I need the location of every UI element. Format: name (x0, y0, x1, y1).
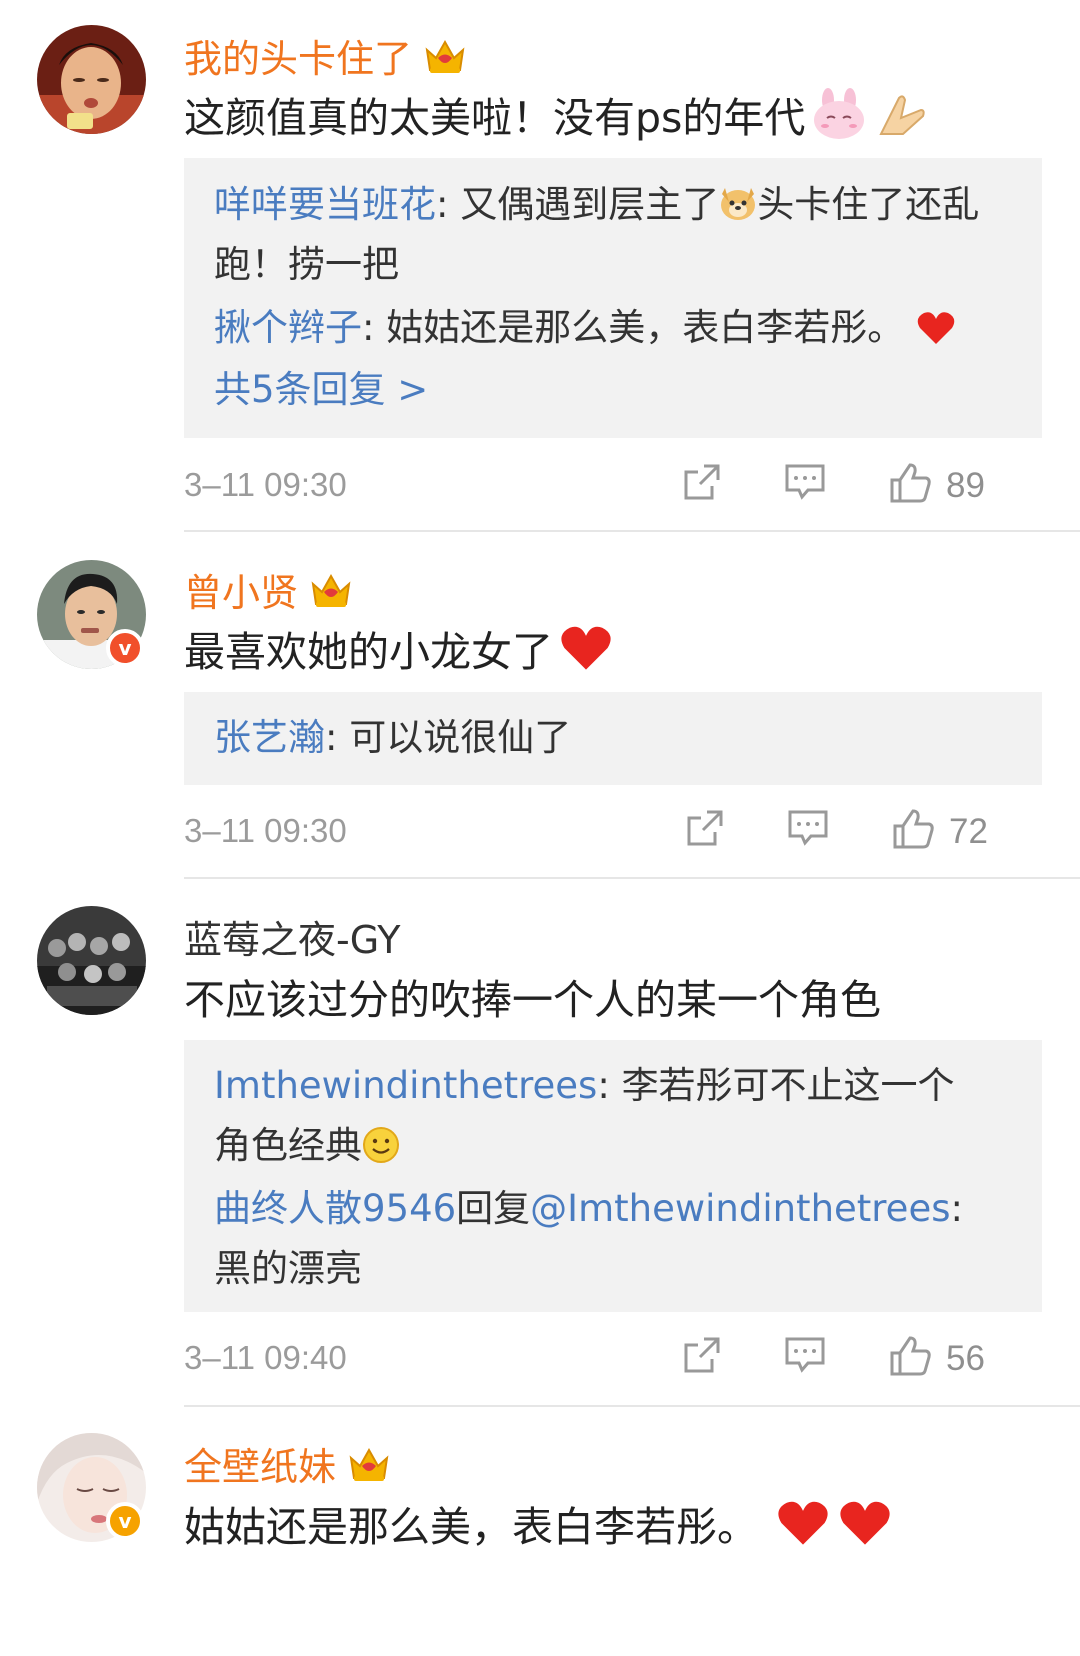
bunny-emoji-icon (814, 88, 865, 139)
comment-content: 不应该过分的吹捧一个人的某一个角色 (184, 966, 881, 1026)
username[interactable]: 我的头卡住了 (184, 28, 468, 83)
reply-item[interactable]: 曲终人散9546回复@Imthewindinthetrees: 黑的漂亮 (214, 1179, 1012, 1299)
pray-emoji-icon (879, 95, 926, 135)
like-count: 72 (949, 812, 988, 851)
reply-mention[interactable]: @Imthewindinthetrees (530, 1187, 950, 1230)
comment-meta: 3–11 09:30 89 (184, 462, 1042, 512)
reply-box[interactable]: 张艺瀚: 可以说很仙了 (184, 692, 1042, 785)
thumbs-up-icon[interactable] (888, 1335, 932, 1377)
share-icon[interactable] (682, 1335, 722, 1375)
username-text[interactable]: 蓝莓之夜-GY (184, 909, 400, 964)
username-text[interactable]: 全壁纸妹 (184, 1436, 336, 1491)
verified-badge: v (106, 629, 144, 667)
comment-text: 姑姑还是那么美，表白李若彤。 (184, 1503, 758, 1551)
avatar[interactable] (37, 25, 146, 134)
reply-text: 黑的漂亮 (214, 1247, 362, 1290)
comment-meta: 3–11 09:30 72 (184, 808, 1042, 858)
doge-emoji-icon (721, 188, 756, 220)
reply-box[interactable]: 咩咩要当班花: 又偶遇到层主了 头卡住了还乱跑！捞一把 揪个辫子: 姑姑还是那么美… (184, 158, 1042, 438)
like-count: 89 (946, 466, 985, 505)
comment-icon[interactable] (784, 462, 826, 502)
comment-icon[interactable] (787, 808, 829, 848)
thumbs-up-icon[interactable] (888, 462, 932, 504)
thumbs-up-icon[interactable] (891, 808, 935, 850)
username[interactable]: 蓝莓之夜-GY (184, 909, 400, 964)
heart-emoji-icon (917, 312, 955, 344)
verified-badge: v (106, 1502, 144, 1540)
comment-icon[interactable] (784, 1335, 826, 1375)
comment-content: 这颜值真的太美啦！没有ps的年代 (184, 84, 929, 144)
timestamp: 3–11 09:30 (184, 812, 347, 849)
reply-text: 可以说很仙了 (349, 716, 572, 759)
crown-icon (311, 573, 351, 607)
comment-text: 这颜值真的太美啦！没有ps的年代 (184, 94, 806, 142)
more-replies-link[interactable]: 共5条回复 > (214, 360, 1012, 420)
divider (184, 530, 1080, 532)
reply-author[interactable]: 张艺瀚 (214, 716, 325, 759)
reply-separator: : (325, 716, 350, 759)
reply-text: 姑姑还是那么美，表白李若彤。 (386, 306, 905, 349)
share-icon[interactable] (685, 808, 725, 848)
reply-author[interactable]: Imthewindinthetrees (214, 1064, 597, 1107)
username[interactable]: 曾小贤 (184, 562, 354, 617)
avatar[interactable] (37, 906, 146, 1015)
username-text[interactable]: 曾小贤 (184, 562, 298, 617)
heart-emoji-icon (840, 1501, 890, 1545)
reply-author[interactable]: 曲终人散9546 (214, 1187, 456, 1230)
timestamp: 3–11 09:40 (184, 1339, 347, 1376)
share-icon[interactable] (682, 462, 722, 502)
reply-separator: : (950, 1187, 963, 1230)
reply-box[interactable]: Imthewindinthetrees: 李若彤可不止这一个角色经典 曲终人散9… (184, 1040, 1042, 1312)
timestamp: 3–11 09:30 (184, 466, 347, 503)
heart-emoji-icon (561, 626, 611, 670)
like-count: 56 (946, 1339, 985, 1378)
reply-author[interactable]: 揪个辫子 (214, 306, 362, 349)
reply-item[interactable]: Imthewindinthetrees: 李若彤可不止这一个角色经典 (214, 1056, 974, 1176)
reply-to-label: 回复 (456, 1187, 531, 1230)
reply-item[interactable]: 揪个辫子: 姑姑还是那么美，表白李若彤。 (214, 298, 1012, 358)
comment-content: 姑姑还是那么美，表白李若彤。 (184, 1493, 892, 1553)
comment-text: 最喜欢她的小龙女了 (184, 628, 553, 676)
divider (184, 877, 1080, 879)
reply-text: 又偶遇到层主了 (460, 183, 720, 226)
reply-item[interactable]: 咩咩要当班花: 又偶遇到层主了 头卡住了还乱跑！捞一把 (214, 175, 1012, 295)
crown-icon (349, 1447, 389, 1481)
crown-icon (425, 39, 465, 73)
comment-meta: 3–11 09:40 56 (184, 1335, 1042, 1385)
heart-emoji-icon (778, 1501, 828, 1545)
smile-emoji-icon (363, 1127, 399, 1163)
divider (184, 1405, 1080, 1407)
comment-content: 最喜欢她的小龙女了 (184, 618, 613, 678)
reply-separator: : (436, 183, 461, 226)
username[interactable]: 全壁纸妹 (184, 1436, 392, 1491)
comment-text: 不应该过分的吹捧一个人的某一个角色 (184, 976, 881, 1024)
reply-author[interactable]: 咩咩要当班花 (214, 183, 436, 226)
reply-item[interactable]: 张艺瀚: 可以说很仙了 (214, 708, 1012, 768)
username-text[interactable]: 我的头卡住了 (184, 28, 412, 83)
reply-separator: : (597, 1064, 622, 1107)
reply-separator: : (362, 306, 387, 349)
